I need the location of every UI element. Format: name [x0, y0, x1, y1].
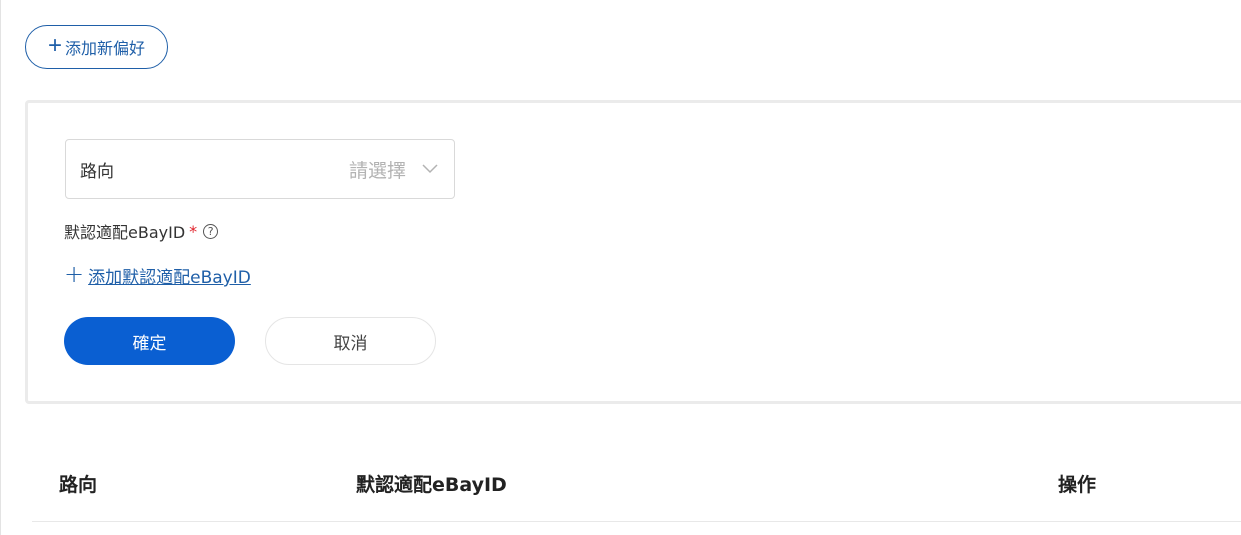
chevron-down-icon [422, 164, 438, 174]
route-select-placeholder: 請選擇 [348, 159, 406, 182]
column-header-route: 路向 [59, 474, 98, 496]
add-preference-label: 添加新偏好 [65, 41, 146, 58]
plus-icon: + [64, 260, 85, 288]
add-default-ebay-id-label: 添加默認適配eBayID [88, 268, 251, 288]
required-mark: * [189, 221, 198, 241]
route-select[interactable]: 路向 請選擇 [65, 139, 455, 199]
cancel-button[interactable]: 取消 [265, 317, 436, 365]
add-preference-button[interactable]: + 添加新偏好 [25, 25, 168, 69]
column-header-actions: 操作 [1058, 474, 1097, 496]
preference-form-panel: 路向 請選擇 默認適配eBayID * ? + 添加默認適配eBayID 確定 … [25, 100, 1241, 404]
table-header-divider [32, 521, 1241, 522]
confirm-button[interactable]: 確定 [64, 317, 235, 365]
left-divider [0, 0, 1, 535]
table-header: 路向 默認適配eBayID 操作 [0, 460, 1241, 520]
default-ebay-id-label-row: 默認適配eBayID * ? [64, 219, 219, 243]
column-header-default-ebay-id: 默認適配eBayID [356, 474, 507, 496]
plus-icon: + [47, 32, 62, 59]
default-ebay-id-label: 默認適配eBayID [64, 223, 186, 242]
add-default-ebay-id-link[interactable]: + 添加默認適配eBayID [64, 260, 251, 288]
question-circle-icon[interactable]: ? [203, 223, 219, 239]
route-select-label: 路向 [80, 161, 114, 182]
